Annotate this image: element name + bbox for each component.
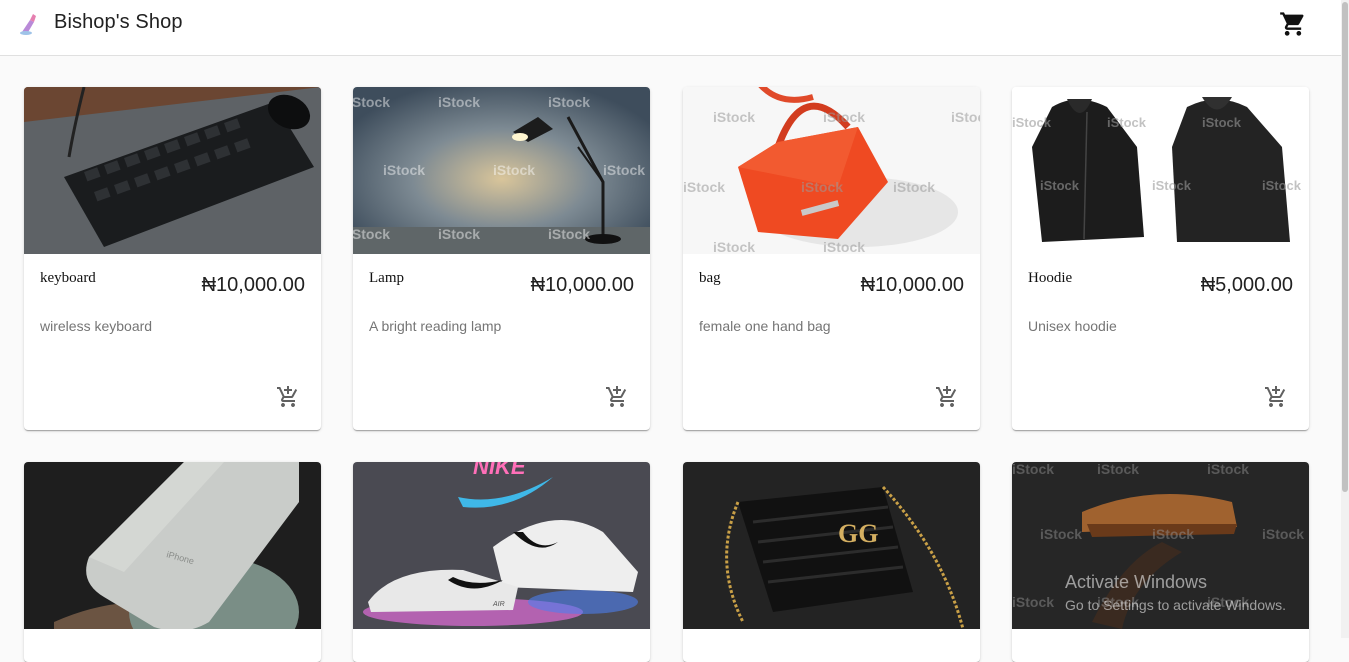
svg-text:iStock: iStock: [353, 226, 390, 242]
product-card[interactable]: iPhone: [24, 462, 321, 662]
product-card[interactable]: keyboard ₦10,000.00 wireless keyboard: [24, 87, 321, 430]
svg-text:iStock: iStock: [438, 94, 480, 110]
svg-text:AIR: AIR: [492, 601, 505, 608]
svg-text:iStock: iStock: [713, 239, 755, 254]
svg-text:iStock: iStock: [1262, 526, 1304, 542]
svg-text:NIKE: NIKE: [473, 462, 527, 479]
product-image[interactable]: iStock iStock iStock iStock iStock iStoc…: [683, 87, 980, 254]
product-image[interactable]: iStock iStock iStock iStock iStock iStoc…: [1012, 87, 1309, 254]
product-card[interactable]: iStock iStock iStock iStock iStock iStoc…: [1012, 462, 1309, 662]
svg-text:iStock: iStock: [548, 94, 590, 110]
svg-text:iStock: iStock: [383, 162, 425, 178]
product-card[interactable]: GG: [683, 462, 980, 662]
product-price: ₦5,000.00: [1200, 274, 1293, 296]
product-description: A bright reading lamp: [369, 318, 502, 334]
product-price: ₦10,000.00: [530, 274, 634, 296]
add-shopping-cart-icon[interactable]: [605, 385, 629, 409]
svg-text:iStock: iStock: [1152, 526, 1194, 542]
svg-text:iStock: iStock: [1207, 462, 1249, 477]
product-name: Hoodie: [1028, 270, 1073, 286]
activate-windows-watermark: Activate Windows Go to Settings to activ…: [1065, 572, 1286, 613]
svg-text:iStock: iStock: [823, 239, 865, 254]
product-card[interactable]: iStock iStock iStock iStock iStock iStoc…: [353, 87, 650, 430]
product-image[interactable]: iPhone: [24, 462, 321, 629]
product-card[interactable]: NIKE AIR: [353, 462, 650, 662]
svg-text:iStock: iStock: [823, 109, 865, 125]
svg-text:iStock: iStock: [1012, 594, 1054, 610]
product-name: bag: [699, 270, 721, 286]
svg-text:iStock: iStock: [438, 226, 480, 242]
product-image[interactable]: GG: [683, 462, 980, 629]
svg-text:iStock: iStock: [713, 109, 755, 125]
app-bar: Bishop's Shop: [0, 0, 1341, 56]
watermark-subtitle: Go to Settings to activate Windows.: [1065, 597, 1286, 613]
svg-text:iStock: iStock: [1040, 178, 1080, 193]
product-description: female one hand bag: [699, 318, 831, 334]
product-card[interactable]: iStock iStock iStock iStock iStock iStoc…: [683, 87, 980, 430]
product-description: wireless keyboard: [40, 318, 153, 334]
shop-logo-icon: [20, 14, 36, 35]
svg-text:iStock: iStock: [1152, 178, 1192, 193]
svg-text:iStock: iStock: [603, 162, 645, 178]
svg-text:GG: GG: [838, 519, 878, 548]
product-image[interactable]: [24, 87, 321, 254]
svg-text:iStock: iStock: [1012, 115, 1052, 130]
svg-text:iStock: iStock: [1012, 462, 1054, 477]
svg-text:iStock: iStock: [353, 94, 390, 110]
svg-text:iStock: iStock: [893, 179, 935, 195]
product-image[interactable]: iStock iStock iStock iStock iStock iStoc…: [353, 87, 650, 254]
svg-text:iStock: iStock: [1097, 462, 1139, 477]
svg-text:iStock: iStock: [801, 179, 843, 195]
watermark-title: Activate Windows: [1065, 572, 1208, 592]
shopping-cart-icon[interactable]: [1279, 10, 1307, 38]
svg-text:iStock: iStock: [683, 179, 725, 195]
add-shopping-cart-icon[interactable]: [276, 385, 300, 409]
app-title: Bishop's Shop: [54, 11, 183, 33]
svg-text:iStock: iStock: [548, 226, 590, 242]
svg-text:iStock: iStock: [1262, 178, 1302, 193]
product-price: ₦10,000.00: [201, 274, 305, 296]
scrollbar-thumb[interactable]: [1342, 2, 1348, 492]
svg-text:iStock: iStock: [951, 109, 980, 125]
svg-text:iStock: iStock: [1040, 526, 1082, 542]
product-name: Lamp: [369, 270, 404, 286]
svg-text:iStock: iStock: [1202, 115, 1242, 130]
svg-text:iStock: iStock: [493, 162, 535, 178]
product-description: Unisex hoodie: [1028, 318, 1117, 334]
product-image[interactable]: NIKE AIR: [353, 462, 650, 629]
svg-text:iStock: iStock: [1107, 115, 1147, 130]
product-price: ₦10,000.00: [860, 274, 964, 296]
product-card[interactable]: iStock iStock iStock iStock iStock iStoc…: [1012, 87, 1309, 430]
product-name: keyboard: [40, 270, 96, 286]
add-shopping-cart-icon[interactable]: [935, 385, 959, 409]
add-shopping-cart-icon[interactable]: [1264, 385, 1288, 409]
